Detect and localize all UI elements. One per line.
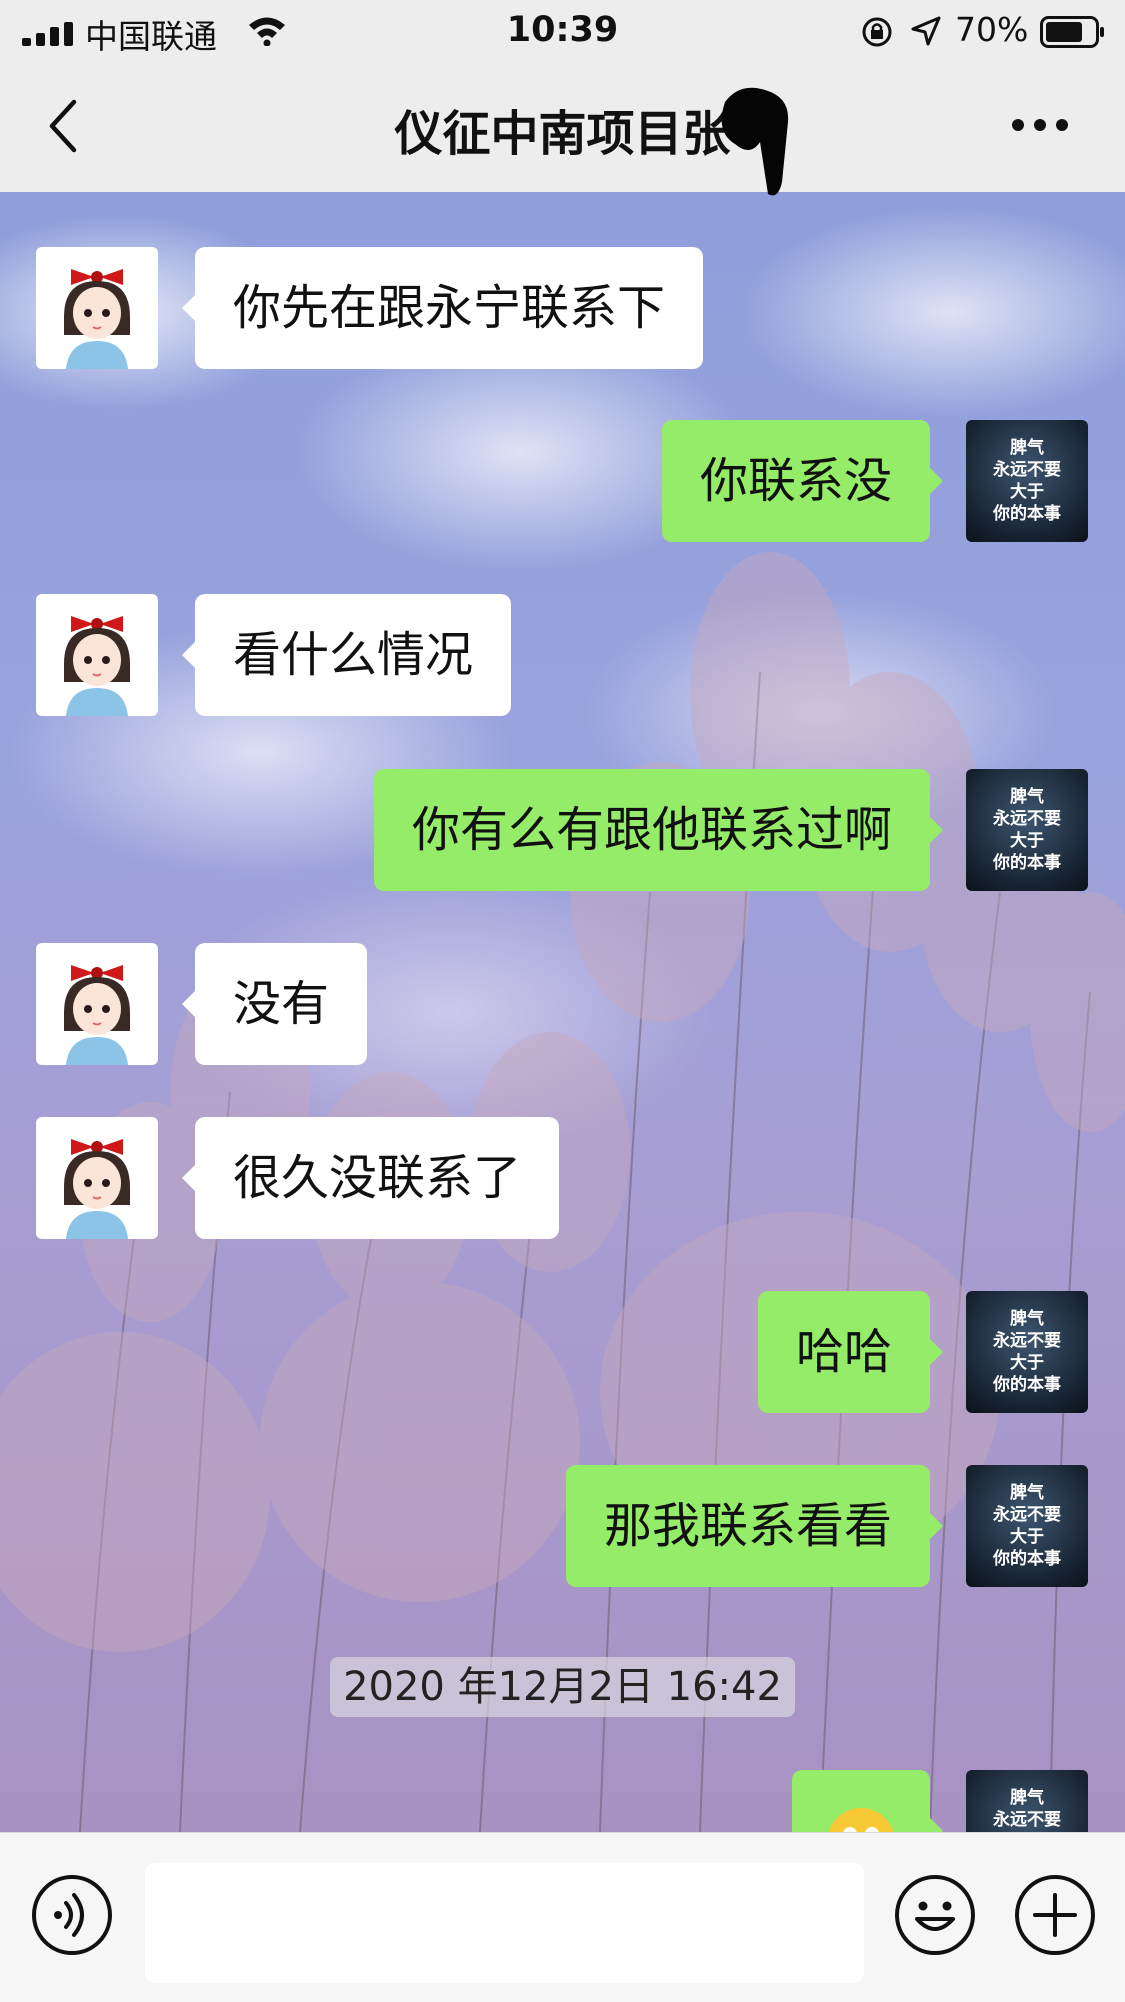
avatar-line: 你的本事	[993, 853, 1061, 873]
message-bubble-outgoing[interactable]: 你联系没	[661, 420, 944, 542]
nav-bar: 仪征中南项目张	[0, 62, 1125, 196]
avatar-line: 永远不要	[993, 460, 1061, 480]
self-avatar[interactable]: 脾气 永远不要 大于 你的本事	[966, 420, 1088, 542]
avatar-line: 永远不要	[993, 1505, 1061, 1525]
emoji-icon[interactable]	[893, 1873, 977, 1957]
rotation-lock-icon	[862, 17, 892, 47]
message-bubble-outgoing[interactable]: 那我联系看看	[565, 1465, 944, 1587]
input-bar	[0, 1832, 1125, 2002]
message-bubble-outgoing[interactable]: 你有么有跟他联系过啊	[373, 769, 944, 891]
message-bubble-incoming[interactable]: 很久没联系了	[181, 1117, 560, 1239]
avatar-line: 永远不要	[993, 1331, 1061, 1351]
avatar-line: 你的本事	[993, 1375, 1061, 1395]
message-row: 没有	[0, 943, 1125, 1065]
self-avatar[interactable]: 脾气 永远不要 大于 你的本事	[966, 769, 1088, 891]
avatar-line: 脾气	[1010, 1788, 1044, 1808]
avatar-line: 脾气	[1010, 787, 1044, 807]
message-row: 你先在跟永宁联系下	[0, 247, 1125, 369]
chat-title: 仪征中南项目张	[394, 106, 731, 162]
self-avatar[interactable]: 脾气 永远不要 大于 你的本事	[966, 1770, 1088, 1832]
avatar-line: 大于	[1010, 831, 1044, 851]
self-avatar[interactable]: 脾气 永远不要 大于 你的本事	[966, 1465, 1088, 1587]
avatar-line: 你的本事	[993, 504, 1061, 524]
self-avatar-text: 脾气 永远不要 大于 你的本事	[966, 1291, 1088, 1413]
message-bubble-incoming[interactable]: 看什么情况	[181, 594, 512, 716]
self-avatar-text: 脾气 永远不要 大于 你的本事	[966, 1465, 1088, 1587]
avatar-line: 脾气	[1010, 1309, 1044, 1329]
status-bar: 中国联通 10:39 70%	[0, 0, 1125, 62]
self-avatar-text: 脾气 永远不要 大于 你的本事	[966, 769, 1088, 891]
message-bubble-outgoing[interactable]	[792, 1770, 943, 1832]
self-avatar[interactable]: 脾气 永远不要 大于 你的本事	[966, 1291, 1088, 1413]
battery-icon	[1040, 16, 1104, 48]
message-row: 你有么有跟他联系过啊 脾气 永远不要 大于 你的本事	[0, 769, 1125, 891]
message-row: 你联系没 脾气 永远不要 大于 你的本事	[0, 420, 1125, 542]
message-bubble-incoming[interactable]: 你先在跟永宁联系下	[181, 247, 704, 369]
avatar-line: 永远不要	[993, 1810, 1061, 1830]
message-input[interactable]	[145, 1863, 864, 1983]
message-row: 脾气 永远不要 大于 你的本事	[0, 1770, 1125, 1832]
redaction-mark	[721, 87, 789, 196]
avatar-line: 你的本事	[993, 1549, 1061, 1569]
message-row: 那我联系看看 脾气 永远不要 大于 你的本事	[0, 1465, 1125, 1587]
avatar-line: 脾气	[1010, 438, 1044, 458]
girl-avatar-icon	[64, 965, 130, 1065]
girl-avatar-icon	[64, 1139, 130, 1239]
self-avatar-text: 脾气 永远不要 大于 你的本事	[966, 1770, 1088, 1832]
chat-area[interactable]: 你先在跟永宁联系下 你联系没 脾气 永远不要 大于 你的本事 看什么情况 你有么…	[0, 192, 1125, 1832]
self-avatar-text: 脾气 永远不要 大于 你的本事	[966, 420, 1088, 542]
avatar-line: 永远不要	[993, 809, 1061, 829]
girl-avatar-icon	[64, 616, 130, 716]
message-row: 很久没联系了	[0, 1117, 1125, 1239]
battery-percentage: 70%	[955, 10, 1029, 49]
plus-icon[interactable]	[1013, 1873, 1097, 1957]
message-timestamp: 2020 年12月2日 16:42	[330, 1657, 795, 1717]
more-dots-icon[interactable]	[1010, 117, 1070, 133]
message-row: 看什么情况	[0, 594, 1125, 716]
location-icon	[911, 16, 941, 46]
message-bubble-incoming[interactable]: 没有	[181, 943, 368, 1065]
contact-avatar[interactable]	[36, 247, 158, 369]
avatar-line: 脾气	[1010, 1483, 1044, 1503]
girl-avatar-icon	[64, 269, 130, 369]
emoji-sticker-icon	[828, 1808, 894, 1832]
contact-avatar[interactable]	[36, 943, 158, 1065]
voice-icon[interactable]	[30, 1873, 114, 1957]
avatar-line: 大于	[1010, 482, 1044, 502]
avatar-line: 大于	[1010, 1353, 1044, 1373]
avatar-line: 大于	[1010, 1527, 1044, 1547]
contact-avatar[interactable]	[36, 594, 158, 716]
message-row: 哈哈 脾气 永远不要 大于 你的本事	[0, 1291, 1125, 1413]
contact-avatar[interactable]	[36, 1117, 158, 1239]
message-bubble-outgoing[interactable]: 哈哈	[757, 1291, 944, 1413]
